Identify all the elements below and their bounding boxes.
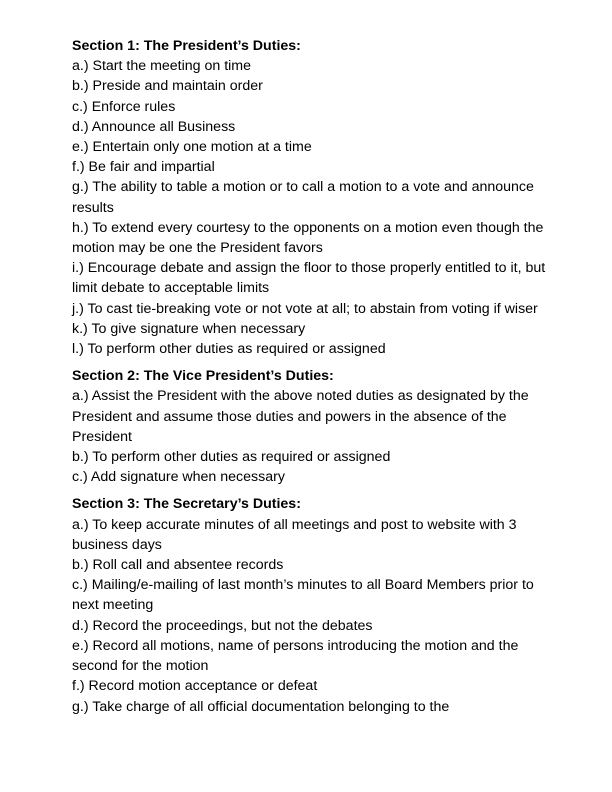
list-item: k.) To give signature when necessary [72, 320, 306, 337]
list-item: e.) Record all motions, name of persons … [72, 637, 519, 675]
list-item: b.) To perform other duties as required … [72, 449, 391, 466]
list-item: b.) Roll call and absentee records [72, 557, 284, 574]
list-item: d.) Announce all Business [72, 118, 236, 135]
list-item: b.) Preside and maintain order [72, 78, 263, 95]
duties-list: a.) To keep accurate minutes of all meet… [72, 515, 562, 717]
document-page: Section 1: The President’s Duties: a.) S… [72, 36, 562, 717]
section-heading: Section 2: The Vice President’s Duties: [72, 368, 334, 385]
list-item: f.) Be fair and impartial [72, 159, 215, 176]
duties-list: a.) Assist the President with the above … [72, 386, 562, 487]
list-item: l.) To perform other duties as required … [72, 341, 386, 358]
section-heading: Section 3: The Secretary’s Duties: [72, 496, 301, 513]
list-item: i.) Encourage debate and assign the floo… [72, 260, 546, 297]
list-item: c.) Add signature when necessary [72, 469, 285, 486]
duties-list: a.) Start the meeting on time b.) Presid… [72, 56, 562, 359]
list-item: f.) Record motion acceptance or defeat [72, 678, 318, 695]
section-presidents-duties: Section 1: The President’s Duties: a.) S… [72, 36, 562, 359]
list-item: a.) Start the meeting on time [72, 58, 252, 75]
list-item: g.) Take charge of all official document… [72, 698, 450, 715]
list-item: c.) Mailing/e-mailing of last month’s mi… [72, 577, 534, 614]
list-item: a.) To keep accurate minutes of all meet… [72, 516, 517, 553]
section-heading: Section 1: The President’s Duties: [72, 38, 301, 54]
section-vice-presidents-duties: Section 2: The Vice President’s Duties: … [72, 366, 562, 487]
list-item: a.) Assist the President with the above … [72, 388, 529, 445]
list-item: e.) Entertain only one motion at a time [72, 139, 312, 156]
list-item: h.) To extend every courtesy to the oppo… [72, 219, 544, 257]
list-item: g.) The ability to table a motion or to … [72, 179, 534, 216]
list-item: d.) Record the proceedings, but not the … [72, 617, 373, 634]
list-item: j.) To cast tie-breaking vote or not vot… [72, 300, 538, 317]
section-secretarys-duties: Section 3: The Secretary’s Duties: a.) T… [72, 494, 562, 716]
list-item: c.) Enforce rules [72, 98, 176, 115]
